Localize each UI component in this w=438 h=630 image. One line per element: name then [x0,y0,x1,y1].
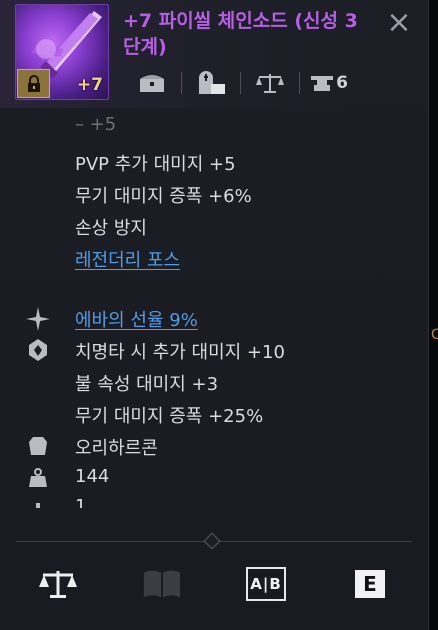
legendary-force-link[interactable]: 레전더리 포스 [75,246,180,272]
book-button[interactable] [142,564,182,604]
item-title: +7 파이씰 체인소드 (신성 3단계) [123,10,358,58]
divider-diamond-icon [203,532,221,550]
weight-icon [26,466,50,490]
compare-scale-button[interactable] [38,564,78,604]
anvil-icon [311,76,334,91]
stat-line: 무기 대미지 증폭 +25% [75,406,264,427]
eva-melody-link[interactable]: 에바의 선율 9% [75,306,198,332]
close-button[interactable]: × [384,8,414,38]
durability-line: 1 [75,496,87,508]
anvil-count-value: 6 [336,73,348,93]
scale-icon[interactable] [241,72,299,94]
stat-line: PVP 추가 대미지 +5 [75,154,236,175]
edge-glyph: ᑕ [431,327,438,343]
scale-icon [39,571,77,598]
weight-line: 144 [75,466,110,487]
ab-icon: A|B [246,567,286,601]
partial-line: – +5 [75,114,117,135]
item-icon[interactable]: +7 [15,4,109,100]
item-tooltip-panel: +7 +7 파이씰 체인소드 (신성 3단계) × 6 – +5 PVP 추가 … [0,0,429,630]
stat-line: 손상 방지 [75,218,147,239]
close-icon: × [386,5,412,40]
lock-icon[interactable] [17,69,50,98]
anvil-count[interactable]: 6 [300,73,358,93]
stat-line: 무기 대미지 증폭 +6% [75,186,252,207]
tooltip-header: +7 +7 파이씰 체인소드 (신성 3단계) × 6 [0,0,428,108]
ab-compare-button[interactable]: A|B [246,564,286,604]
item-stat-icons: 6 [123,66,418,100]
tooltip-footer: A|B E [0,556,428,612]
tombstone-icon[interactable] [182,70,240,96]
chest-icon[interactable] [123,73,181,93]
stat-line: 불 속성 대미지 +3 [75,374,219,395]
book-icon [143,570,181,598]
material-line: 오리하르콘 [75,438,158,459]
star-burst-icon [26,307,50,331]
equip-button[interactable]: E [350,564,390,604]
e-key-icon: E [355,570,385,598]
stat-line: 치명타 시 추가 대미지 +10 [75,342,285,363]
tooltip-body[interactable]: – +5 PVP 추가 대미지 +5 무기 대미지 증폭 +6% 손상 방지 레… [0,108,428,508]
leather-icon [26,434,50,458]
tool-icon [26,498,50,508]
enhance-level: +7 [76,75,103,95]
flame-gem-icon [26,338,50,362]
